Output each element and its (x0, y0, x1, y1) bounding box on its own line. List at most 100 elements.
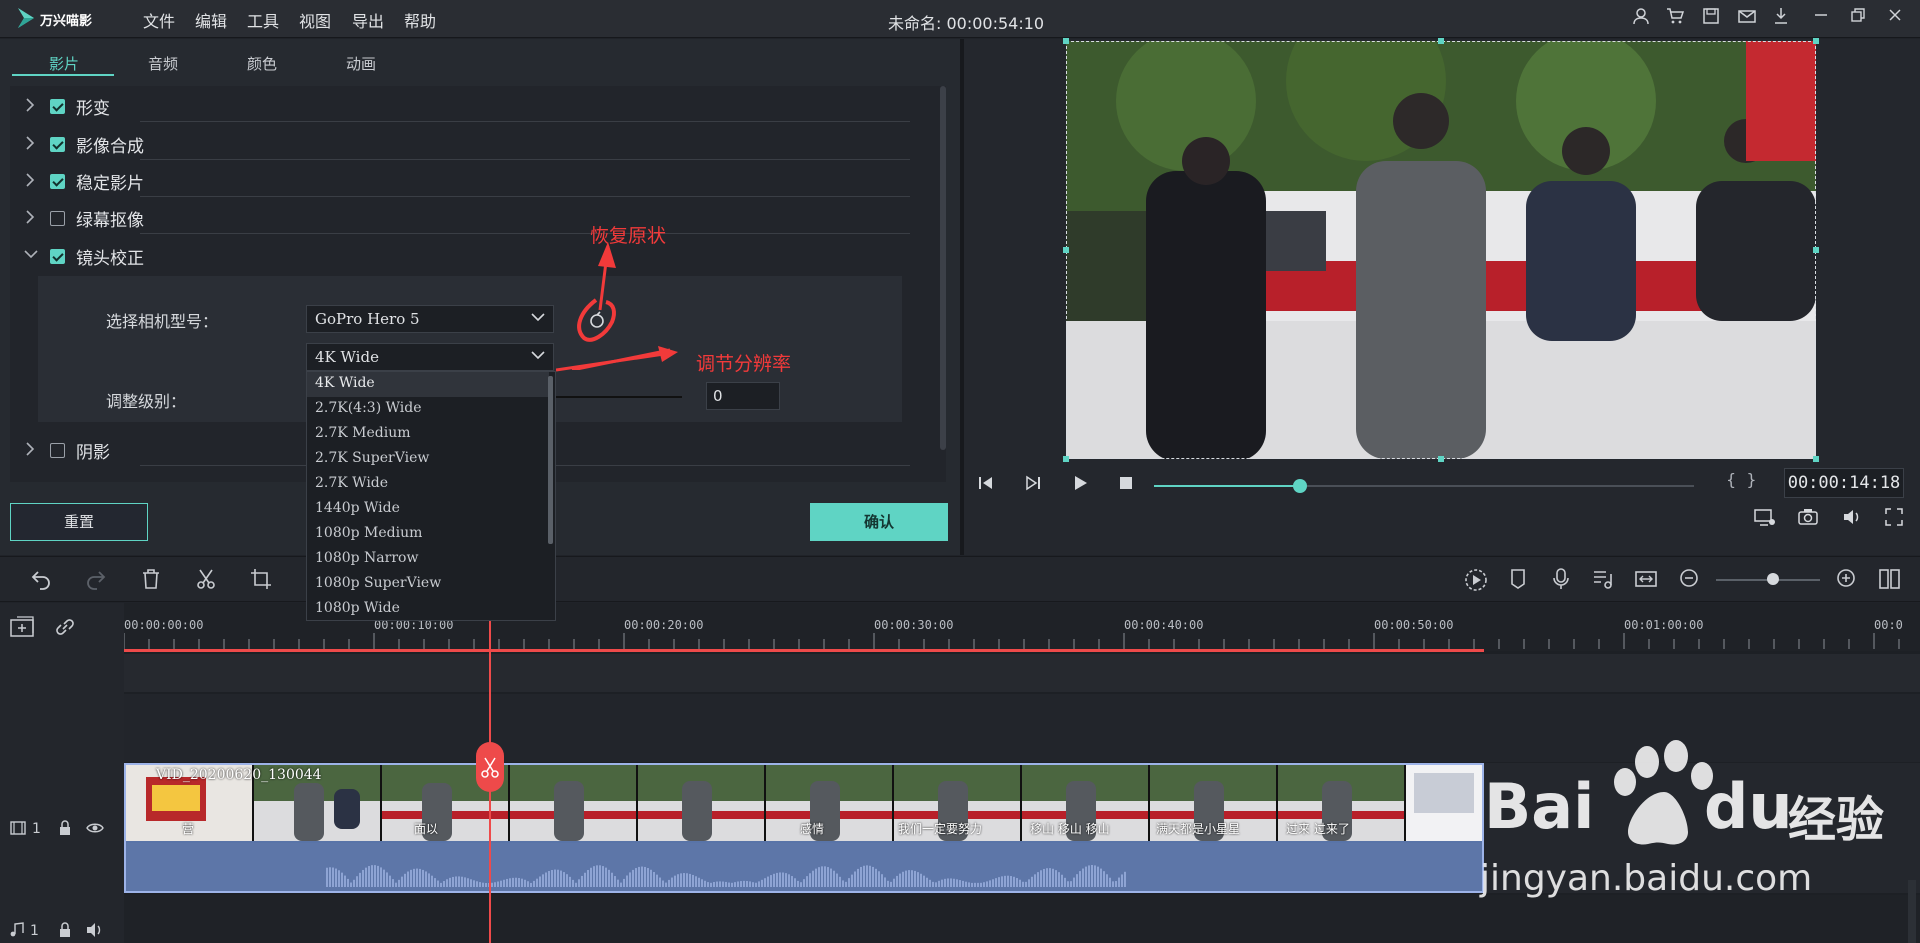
menu-view[interactable]: 视图 (299, 8, 331, 32)
restore-icon[interactable] (1847, 7, 1869, 29)
undo-icon[interactable] (29, 568, 53, 592)
checkbox[interactable] (50, 174, 65, 189)
tab-audio[interactable]: 音频 (113, 53, 213, 74)
waveform-bar (878, 871, 880, 887)
property-row-stabilize[interactable]: 稳定影片 (10, 163, 910, 199)
checkbox[interactable] (50, 249, 65, 264)
resolution-option[interactable]: 1080p Medium (307, 522, 549, 547)
mail-icon[interactable] (1736, 7, 1758, 29)
playhead-split-icon[interactable] (476, 742, 504, 792)
tab-video[interactable]: 影片 (14, 53, 114, 74)
voiceover-icon[interactable] (1549, 568, 1573, 592)
transform-selection-box[interactable] (1066, 41, 1816, 459)
render-preview-icon[interactable] (1464, 568, 1488, 592)
menu-edit[interactable]: 编辑 (195, 8, 227, 32)
snapshot-icon[interactable] (1798, 508, 1818, 528)
resolution-select[interactable]: 4K Wide (306, 343, 554, 371)
resolution-option[interactable]: 2.7K Medium (307, 422, 549, 447)
next-frame-icon[interactable] (1023, 474, 1043, 494)
ok-button[interactable]: 确认 (810, 503, 948, 541)
adjust-level-input[interactable]: 0 (706, 382, 780, 410)
zoom-out-icon[interactable] (1677, 568, 1701, 592)
panel-scrollbar[interactable] (940, 86, 946, 450)
fit-timeline-icon[interactable] (1634, 568, 1658, 592)
resolution-option[interactable]: 2.7K(4:3) Wide (307, 397, 549, 422)
resolution-option[interactable]: 4K Wide (307, 372, 549, 397)
close-icon[interactable] (1884, 7, 1906, 29)
chevron-right-icon[interactable] (24, 173, 38, 187)
prev-frame-icon[interactable] (976, 474, 996, 494)
volume-icon[interactable] (1842, 508, 1862, 528)
chevron-down-icon[interactable] (24, 248, 38, 262)
lock-icon[interactable] (58, 820, 72, 840)
audio-mixer-icon[interactable] (1591, 568, 1615, 592)
lock-icon[interactable] (58, 922, 72, 942)
checkbox[interactable] (50, 137, 65, 152)
menu-export[interactable]: 导出 (352, 8, 384, 32)
timeline-vertical-scrollbar[interactable] (1908, 880, 1916, 943)
resize-handle[interactable] (1813, 456, 1819, 462)
tab-animation[interactable]: 动画 (311, 53, 411, 74)
waveform-bar (338, 870, 340, 887)
chevron-right-icon[interactable] (24, 136, 38, 150)
crop-icon[interactable] (249, 568, 273, 592)
mark-in-out-icon[interactable]: { } (1726, 470, 1757, 489)
dropdown-scrollbar[interactable] (548, 376, 553, 544)
redo-icon[interactable] (84, 568, 108, 592)
menu-help[interactable]: 帮助 (404, 8, 436, 32)
resize-handle[interactable] (1063, 38, 1069, 44)
cart-icon[interactable] (1664, 7, 1686, 29)
resize-handle[interactable] (1063, 456, 1069, 462)
play-icon[interactable] (1070, 474, 1090, 494)
property-row-composite[interactable]: 影像合成 (10, 126, 910, 162)
marker-icon[interactable] (1506, 568, 1530, 592)
menu-file[interactable]: 文件 (143, 8, 175, 32)
waveform-bar (368, 866, 370, 887)
resolution-option[interactable]: 2.7K SuperView (307, 447, 549, 472)
cut-icon[interactable] (194, 568, 218, 592)
resize-handle[interactable] (1438, 456, 1444, 462)
tab-color[interactable]: 颜色 (212, 53, 312, 74)
property-row-transform[interactable]: 形变 (10, 88, 910, 124)
divider (140, 233, 910, 234)
resize-handle[interactable] (1813, 38, 1819, 44)
download-icon[interactable] (1770, 7, 1792, 29)
display-settings-icon[interactable] (1754, 508, 1775, 528)
resolution-option[interactable]: 1080p Wide (307, 597, 549, 622)
fullscreen-icon[interactable] (1884, 508, 1904, 528)
resize-handle[interactable] (1063, 247, 1069, 253)
chevron-right-icon[interactable] (24, 98, 38, 112)
resolution-option[interactable]: 1080p Narrow (307, 547, 549, 572)
waveform-bar (590, 867, 592, 887)
video-clip[interactable]: 营 面以 感情 我们一定要努力 移山 移山 移山 满天都是小星星 过来 过来了 … (124, 763, 1484, 893)
property-row-chroma-key[interactable]: 绿幕抠像 (10, 200, 910, 236)
chevron-right-icon[interactable] (24, 210, 38, 224)
camera-model-select[interactable]: GoPro Hero 5 (306, 305, 554, 333)
resize-handle[interactable] (1813, 247, 1819, 253)
zoom-in-icon[interactable] (1834, 568, 1858, 592)
waveform-bar (779, 872, 781, 887)
chevron-right-icon[interactable] (24, 442, 38, 456)
reset-button[interactable]: 重置 (10, 503, 148, 541)
checkbox[interactable] (50, 99, 65, 114)
speaker-icon[interactable] (86, 922, 104, 942)
panel-layout-icon[interactable] (1878, 568, 1902, 592)
resize-handle[interactable] (1438, 38, 1444, 44)
waveform-bar (962, 880, 964, 887)
save-icon[interactable] (1700, 7, 1722, 29)
minimize-icon[interactable] (1810, 7, 1832, 29)
eye-icon[interactable] (86, 821, 104, 839)
resolution-option[interactable]: 1440p Wide (307, 497, 549, 522)
checkbox[interactable] (50, 443, 65, 458)
menu-tools[interactable]: 工具 (247, 8, 279, 32)
link-icon[interactable] (54, 616, 76, 642)
seek-handle[interactable] (1292, 479, 1307, 493)
add-track-icon[interactable] (10, 616, 36, 642)
user-icon[interactable] (1630, 7, 1652, 29)
resolution-option[interactable]: 2.7K Wide (307, 472, 549, 497)
checkbox[interactable] (50, 211, 65, 226)
property-row-lens-correction[interactable]: 镜头校正 (10, 238, 910, 274)
stop-icon[interactable] (1116, 474, 1136, 494)
delete-icon[interactable] (139, 568, 163, 592)
resolution-option[interactable]: 1080p SuperView (307, 572, 549, 597)
